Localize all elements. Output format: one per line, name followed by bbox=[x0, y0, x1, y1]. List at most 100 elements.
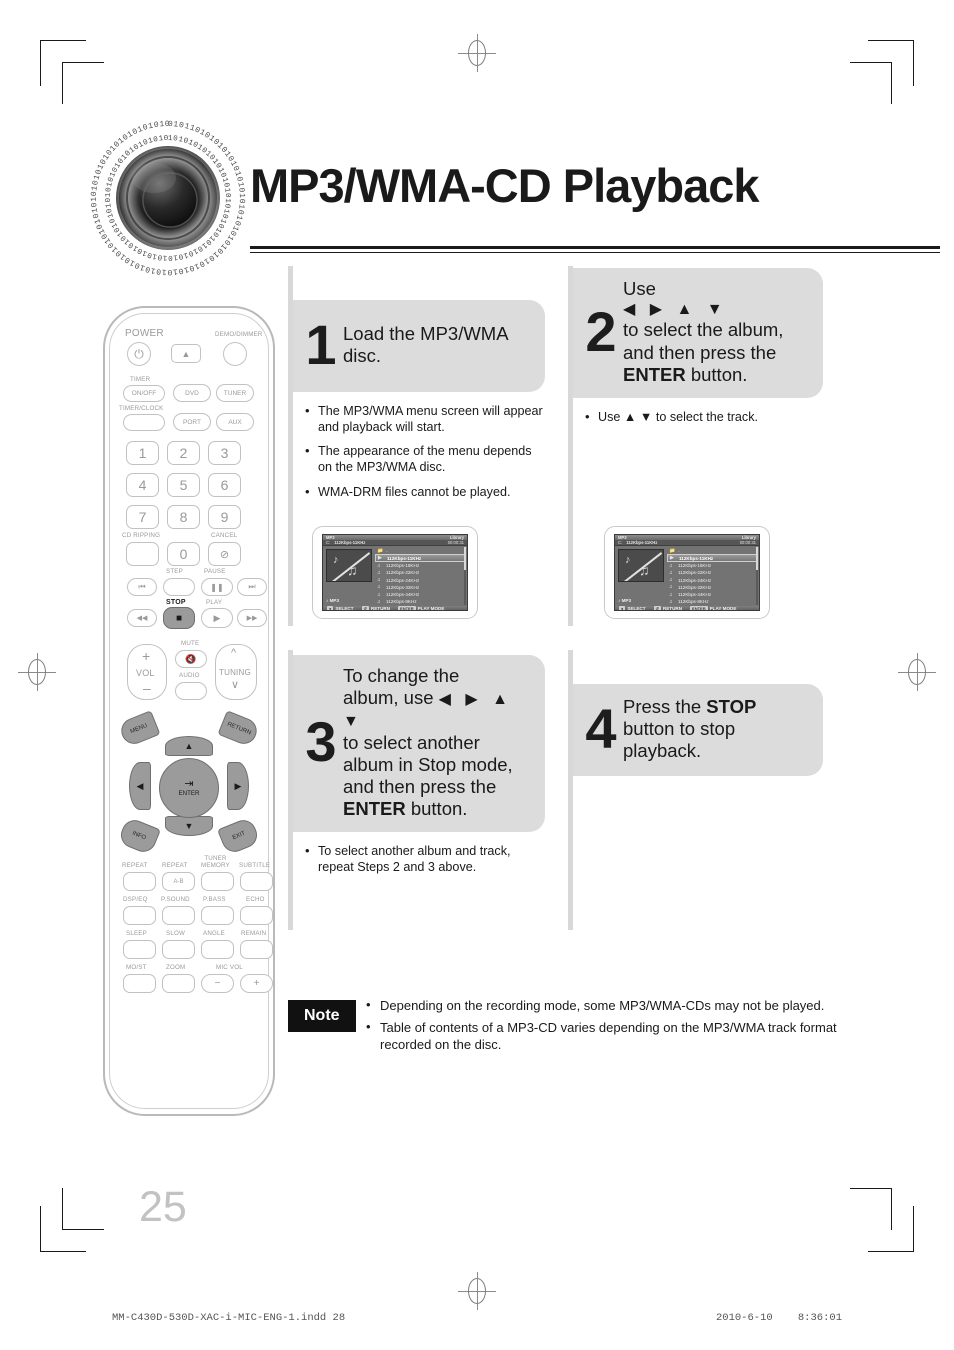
source-button-tuner[interactable]: TUNER bbox=[216, 384, 254, 402]
tuner-memory-button[interactable] bbox=[201, 872, 234, 891]
repeat-button[interactable] bbox=[123, 872, 156, 891]
pause-icon: ❚❚ bbox=[210, 582, 224, 592]
tv-2-folder-row: 📁.. bbox=[669, 547, 681, 554]
nav-right-button[interactable]: ▶ bbox=[227, 762, 249, 810]
tv-2-album-art: ♪ ♫ bbox=[618, 549, 664, 582]
tuning-label: TUNING bbox=[219, 668, 251, 677]
source-button-aux[interactable]: AUX bbox=[216, 413, 254, 431]
power-button[interactable]: ⏻ bbox=[127, 342, 151, 366]
step-2-line2: to select the album, bbox=[623, 319, 784, 341]
cropmark-bottom-left-h2 bbox=[62, 1229, 104, 1230]
slow-button[interactable] bbox=[162, 940, 195, 959]
tv-2-drive: C: bbox=[618, 540, 623, 545]
tv-screenshot-2: MP3 Library C: 112Kbps-11KHz 00:00:31 ♪ … bbox=[604, 526, 770, 619]
tv-2-row-2: ♫ 112Kbps-22KHz bbox=[669, 569, 712, 576]
next-track-button[interactable]: ⏭ bbox=[237, 578, 267, 596]
num-button-3[interactable]: 3 bbox=[208, 441, 241, 465]
cropmark-top-right-v2 bbox=[891, 62, 892, 104]
cropmark-top-left-v2 bbox=[62, 62, 63, 104]
fast-forward-button[interactable]: ▶▶ bbox=[237, 609, 267, 627]
num-3-label: 3 bbox=[220, 445, 229, 461]
stop-button[interactable]: ■ bbox=[163, 607, 195, 629]
prev-track-button[interactable]: ⏮ bbox=[127, 578, 157, 596]
step-4-stop-label: STOP bbox=[706, 695, 757, 717]
num-button-9[interactable]: 9 bbox=[208, 505, 241, 529]
cd-ripping-button[interactable] bbox=[126, 542, 159, 566]
audio-button[interactable] bbox=[175, 682, 207, 700]
num-button-4[interactable]: 4 bbox=[126, 473, 159, 497]
power-icon: ⏻ bbox=[134, 346, 144, 361]
sleep-button[interactable] bbox=[123, 940, 156, 959]
step-2-line4: ENTER button. bbox=[623, 363, 748, 385]
mic-vol-up-button[interactable]: + bbox=[240, 974, 273, 993]
mic-vol-label: MIC VOL bbox=[216, 964, 243, 971]
enter-button[interactable]: ⇥ ENTER bbox=[159, 758, 219, 818]
step-4-text: Press the STOP button to stop playback. bbox=[623, 696, 809, 763]
tv-1-row-0: ▶ 112Kbps-11KHz bbox=[375, 554, 466, 563]
step-button[interactable] bbox=[163, 578, 195, 596]
num-button-7[interactable]: 7 bbox=[126, 505, 159, 529]
mic-vol-down-button[interactable]: − bbox=[201, 974, 234, 993]
repeat-ab-label: REPEAT bbox=[162, 862, 188, 869]
cropmark-bottom-left-v bbox=[40, 1206, 41, 1252]
remain-button[interactable] bbox=[240, 940, 273, 959]
num-button-5[interactable]: 5 bbox=[167, 473, 200, 497]
zoom-button[interactable] bbox=[162, 974, 195, 993]
num-button-0[interactable]: 0 bbox=[167, 542, 200, 566]
music-icon: ♫ bbox=[377, 562, 381, 569]
dsp-eq-button[interactable] bbox=[123, 906, 156, 925]
subtitle-button[interactable] bbox=[240, 872, 273, 891]
timer-onoff-button[interactable]: ON/OFF bbox=[123, 385, 165, 402]
num-button-1[interactable]: 1 bbox=[126, 441, 159, 465]
cropmark-bottom-right-v bbox=[913, 1206, 914, 1252]
nav-left-button[interactable]: ◀ bbox=[129, 762, 151, 810]
tv-2-row-0: ▶ 112Kbps-11KHz bbox=[667, 554, 758, 563]
music-icon: ♫ bbox=[377, 569, 381, 576]
enter-key-icon: ENTER bbox=[690, 606, 708, 611]
mute-button[interactable]: 🔇 bbox=[175, 650, 207, 668]
cropmark-top-right-v bbox=[913, 40, 914, 86]
sleep-label: SLEEP bbox=[126, 930, 147, 937]
nav-left-icon: ◀ bbox=[136, 780, 144, 791]
audio-label: AUDIO bbox=[179, 672, 200, 679]
step-2: 2 Use ◀ ▶ ▲ ▼ to select the album, and t… bbox=[573, 268, 823, 435]
cropmark-top-left-h bbox=[40, 40, 86, 41]
step-4-line1: Press the STOP bbox=[623, 695, 757, 717]
timer-clock-button[interactable] bbox=[123, 414, 165, 431]
echo-button[interactable] bbox=[240, 906, 273, 925]
step-1-bullet-3: WMA-DRM files cannot be played. bbox=[305, 484, 545, 501]
repeat-ab-button[interactable]: A-B bbox=[162, 872, 195, 891]
source-button-dvd[interactable]: DVD bbox=[173, 384, 211, 402]
num-button-6[interactable]: 6 bbox=[208, 473, 241, 497]
eject-button[interactable]: ▲ bbox=[171, 344, 201, 363]
p-bass-button[interactable] bbox=[201, 906, 234, 925]
footer-filename: MM-C430D-530D-XAC-i-MIC-ENG-1.indd 28 bbox=[112, 1312, 346, 1324]
step-3-bullet-1: To select another album and track, repea… bbox=[305, 843, 545, 875]
num-button-8[interactable]: 8 bbox=[167, 505, 200, 529]
nav-down-button[interactable]: ▼ bbox=[165, 816, 213, 836]
cropmark-top-right-h bbox=[868, 40, 914, 41]
p-sound-button[interactable] bbox=[162, 906, 195, 925]
tv-2-bottom-bar: ● SELECT ↺ RETURN ENTER PLAY MODE bbox=[615, 606, 759, 611]
play-button[interactable]: ▶ bbox=[201, 608, 233, 628]
tv-2-body: ♪ ♫ ♪ MP3 📁.. ▶ 112Kbps-11KHz ♫ 112Kbps-16… bbox=[615, 546, 759, 607]
folder-icon: 📁 bbox=[669, 547, 676, 554]
note-section: Note Depending on the recording mode, so… bbox=[288, 997, 888, 1059]
mo-st-button[interactable] bbox=[123, 974, 156, 993]
cancel-button[interactable]: ⊘ bbox=[208, 542, 241, 566]
pause-button[interactable]: ❚❚ bbox=[201, 578, 233, 596]
angle-button[interactable] bbox=[201, 940, 234, 959]
playing-icon: ▶ bbox=[670, 555, 674, 562]
p-sound-label: P.SOUND bbox=[161, 896, 190, 903]
tuner-memory-label: TUNER MEMORY bbox=[201, 855, 230, 869]
tv-1-select: ● SELECT bbox=[327, 606, 354, 611]
num-button-2[interactable]: 2 bbox=[167, 441, 200, 465]
step-3-line5: and then press the bbox=[343, 775, 497, 797]
nav-up-button[interactable]: ▲ bbox=[165, 736, 213, 756]
music-icon: ♫ bbox=[669, 569, 673, 576]
source-button-port[interactable]: PORT bbox=[173, 413, 211, 431]
step-4-line3: playback. bbox=[623, 740, 702, 762]
demo-dimmer-button[interactable] bbox=[223, 342, 247, 366]
step-1-text: Load the MP3/WMA disc. bbox=[343, 323, 531, 367]
rewind-button[interactable]: ◀◀ bbox=[127, 609, 157, 627]
